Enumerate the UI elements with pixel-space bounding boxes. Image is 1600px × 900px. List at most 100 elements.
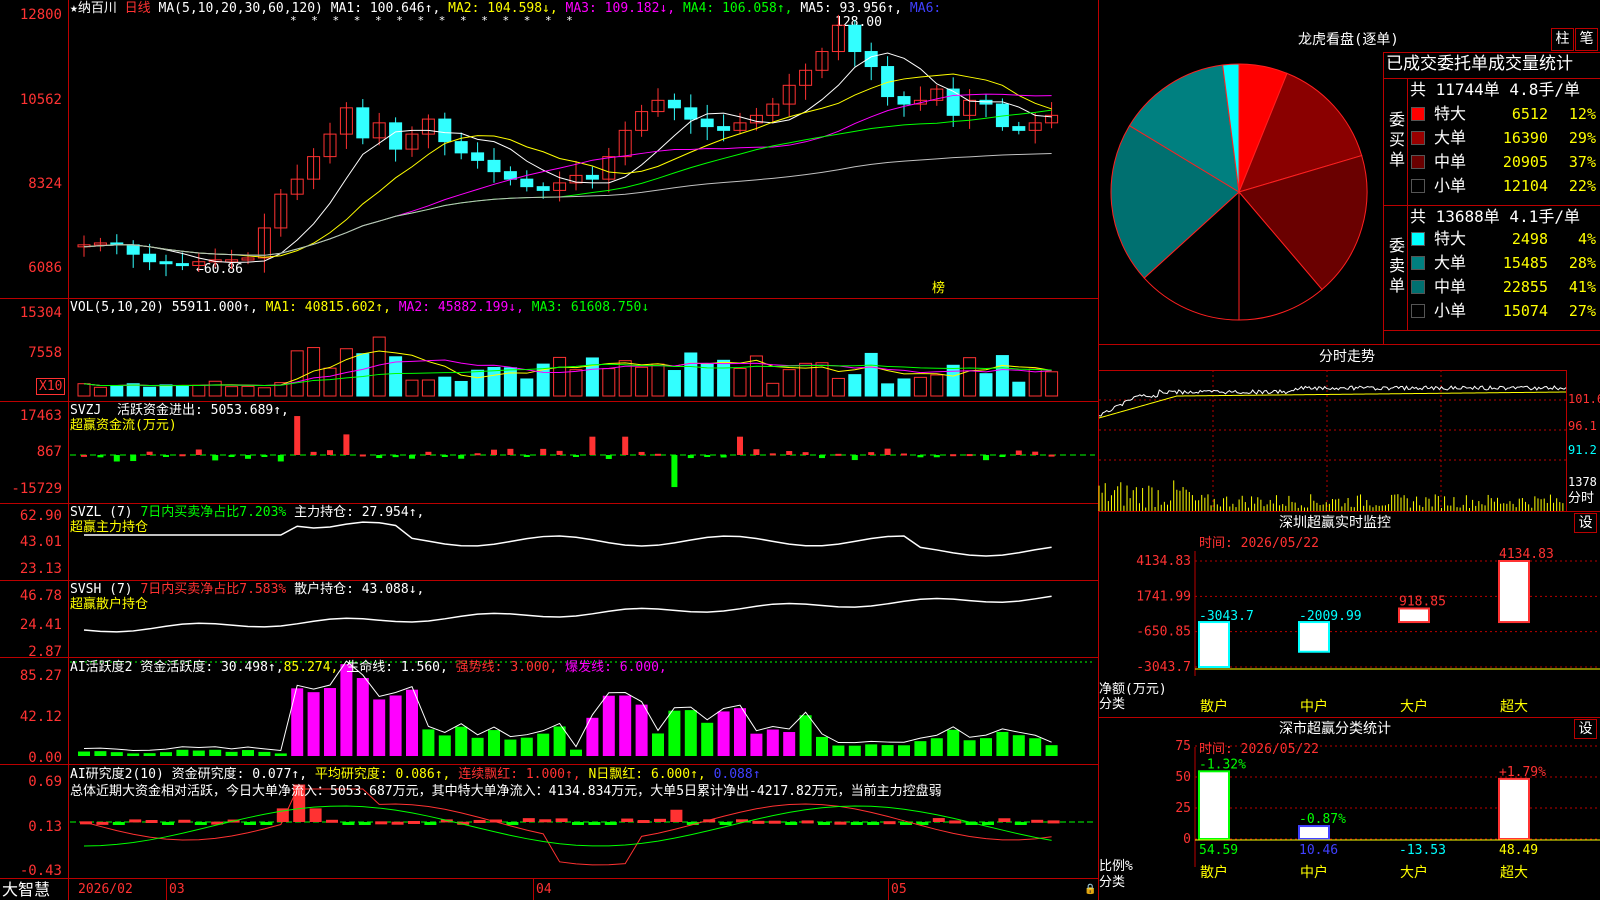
research-bar	[522, 818, 535, 822]
volume-bar	[290, 350, 304, 397]
stat-volume: 22855	[1502, 278, 1548, 296]
stat-category: 大单	[1434, 128, 1467, 147]
flow-bar	[212, 455, 219, 461]
volume-bar	[848, 374, 862, 397]
volume-bar	[503, 367, 517, 397]
ma1-line	[83, 52, 1052, 263]
flow-bar	[720, 455, 727, 458]
sz-ytick: 4134.83	[1136, 554, 1191, 569]
sz-ytick: -3043.7	[1136, 660, 1191, 675]
sz-ytick: 1741.99	[1136, 589, 1191, 604]
activity-bar	[930, 738, 943, 756]
activity-bar	[422, 729, 435, 756]
stat-category: 小单	[1434, 301, 1467, 320]
ss-category: 超大	[1500, 865, 1528, 881]
ai2-axis-1: 0.69	[28, 774, 62, 790]
activity-bar	[176, 749, 189, 756]
activity-bar	[881, 745, 894, 756]
research-bar	[719, 822, 732, 825]
svzl-hold: 主力持仓: 27.954↑,	[294, 505, 425, 520]
volume-bar	[110, 384, 124, 397]
ss-stats-panel: 深市超赢分类统计 设 时间: 2026/05/22 75 50 25 0 -1.32% 5…	[1099, 717, 1600, 900]
date-axis[interactable]: 大智慧 2026/02 03 04 05 🔒	[0, 878, 1098, 900]
ai1-axis-1: 85.27	[19, 668, 62, 684]
volume-bar	[831, 377, 845, 397]
svsh-panel[interactable]: SVSH (7) 7日内买卖净占比7.583% 散户持仓: 43.088↓, 超…	[0, 580, 1098, 660]
activity-bar	[1045, 745, 1058, 756]
bar-mode-button[interactable]: 柱	[1551, 28, 1574, 51]
research-bar	[424, 822, 437, 825]
activity-bar	[406, 689, 418, 756]
vol-axis-1: 15304	[19, 305, 62, 321]
volume-bar	[684, 352, 698, 397]
volume-bar	[93, 386, 107, 397]
price-panel[interactable]: ★纳百川 日线 MA(5,10,20,30,60,120) MA1: 100.6…	[0, 0, 1098, 298]
flow-bar	[884, 448, 891, 455]
ai-research-panel[interactable]: AI研究度2(10) 资金研究度: 0.077↑, 平均研究度: 0.086↑,…	[0, 764, 1098, 879]
activity-bar	[570, 749, 582, 756]
date-label-2: 03	[169, 882, 185, 897]
flow-bar	[245, 455, 251, 459]
research-bar	[850, 822, 863, 825]
activity-bar	[110, 752, 123, 756]
candle-body	[356, 107, 370, 139]
volume-bar	[257, 387, 271, 397]
volume-panel[interactable]: VOL(5,10,20) 55911.000↑, MA1: 40815.602↑…	[0, 298, 1098, 401]
flow-bar	[425, 451, 432, 455]
x10-badge[interactable]: X10	[36, 378, 66, 395]
svzj-axis-3: -15729	[11, 481, 62, 497]
activity-bar	[160, 752, 172, 756]
activity-bar	[324, 688, 336, 756]
tick-mode-button[interactable]: 笔	[1575, 28, 1598, 51]
research-bar	[654, 818, 666, 822]
activity-bar	[291, 688, 304, 756]
research-bar	[145, 820, 158, 824]
research-bar	[768, 820, 781, 824]
volume-bar	[602, 368, 616, 397]
ai2-b: 平均研究度: 0.086↑,	[314, 767, 451, 782]
volume-bar	[881, 383, 895, 397]
stat-category: 中单	[1434, 152, 1467, 171]
ss-ytick: 25	[1175, 801, 1191, 816]
research-bar	[96, 821, 109, 825]
ai2-summary: 总体近期大资金相对活跃，今日大单净流入：5053.687万元，其中特大单净流入：…	[70, 784, 942, 799]
ss-ylabel: 比例%	[1099, 859, 1133, 874]
svzl-panel[interactable]: SVZL (7) 7日内买卖净占比7.203% 主力持仓: 27.954↑, 超…	[0, 503, 1098, 580]
ai-activity-panel[interactable]: AI活跃度2 资金活跃度: 30.498↑,85.274, 生命线: 1.560…	[0, 657, 1098, 766]
candle-body	[487, 159, 501, 173]
volume-bar	[979, 373, 993, 397]
svzl-title: SVZL (7)	[70, 505, 133, 520]
ss-bar-chart: 75 50 25 0 -1.32% 54.59 散户 -0.87% 10.46 中户 -13.53 大…	[1175, 739, 1600, 881]
volume-bar	[421, 379, 435, 397]
volume-bar	[553, 356, 567, 397]
ss-change-label: -1.32%	[1199, 757, 1246, 772]
svzj-sub: 超赢资金流(万元)	[70, 418, 177, 433]
ss-ytick: 50	[1175, 770, 1191, 785]
svzj-panel[interactable]: SVZJ 活跃资金进出: 5053.689↑, 超赢资金流(万元) 17463 …	[0, 401, 1098, 503]
ai1-b: 85.274,	[283, 660, 339, 675]
activity-bar	[258, 751, 271, 756]
fenshi-vol: 1378	[1568, 475, 1597, 489]
price-line	[1098, 385, 1567, 417]
vol-axis-2: 7558	[28, 345, 62, 361]
candle-body	[536, 186, 550, 191]
sz-bar	[1498, 560, 1530, 624]
buy-side-label: 委买单	[1389, 110, 1406, 169]
stat-volume: 12104	[1502, 177, 1548, 195]
flow-bar	[458, 455, 465, 459]
activity-bar	[94, 751, 107, 756]
volume-bar	[192, 384, 206, 397]
flow-bar	[507, 448, 514, 455]
activity-bar	[980, 738, 992, 756]
brand-label: 大智慧	[2, 880, 51, 899]
retail-holding-line	[83, 595, 1052, 633]
lock-icon[interactable]: 🔒	[1084, 882, 1096, 897]
research-bar	[162, 822, 174, 825]
candle-body	[438, 118, 452, 143]
sz-ylabel: 净额(万元)	[1099, 682, 1167, 697]
volume-bar	[963, 357, 977, 397]
fenshi-panel[interactable]: 分时走势 101.6 96.1 91.2 1378 分时	[1098, 344, 1600, 511]
sz-bar-chart: 4134.83 1741.99 -650.85 -3043.7 -3043.7 散户 -20…	[1136, 547, 1600, 715]
ss-change-label: +1.79%	[1499, 765, 1546, 780]
flow-bar	[474, 453, 481, 456]
